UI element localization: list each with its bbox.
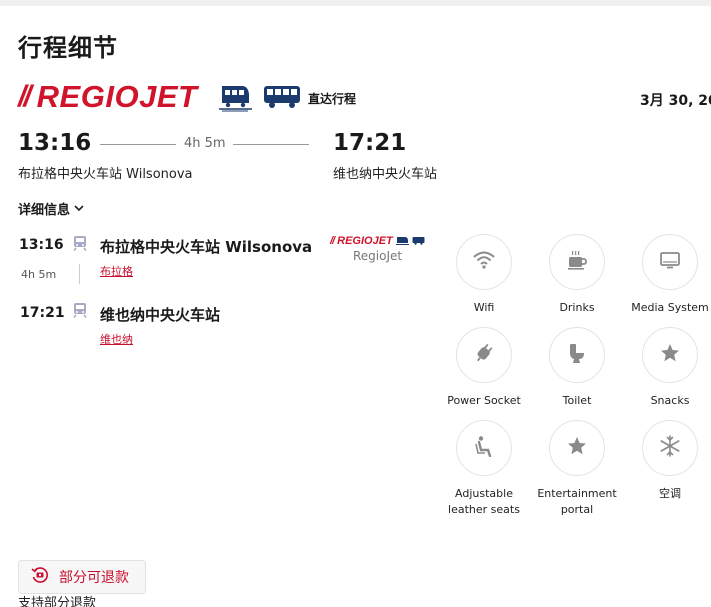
amenity-entertainment-portal: Entertainment portal	[527, 420, 627, 518]
power-socket-icon	[473, 342, 495, 369]
train-icon	[395, 232, 409, 250]
amenity-wifi: Wifi	[434, 234, 534, 316]
stop-city-link[interactable]: 维也纳	[100, 331, 133, 347]
stop-name: 布拉格中央火车站 Wilsonova	[100, 238, 313, 256]
details-toggle[interactable]: 详细信息	[18, 199, 84, 218]
departure-station: 布拉格中央火车站 Wilsonova	[18, 167, 193, 182]
snacks-icon	[659, 342, 681, 369]
carrier-name: RegioJet	[353, 249, 403, 263]
amenity-power-socket: Power Socket	[434, 327, 534, 409]
arrival-station: 维也纳中央火车站	[333, 167, 438, 182]
page-title: 行程细节	[18, 34, 118, 62]
amenity-icon-circle	[456, 420, 512, 476]
amenity-icon-circle	[456, 327, 512, 383]
departure-time: 13:16	[18, 130, 92, 156]
amenity-icon-circle	[642, 327, 698, 383]
transport-icons	[218, 82, 302, 117]
amenity-icon-circle	[642, 420, 698, 476]
stop-time: 17:21	[20, 305, 65, 321]
toilet-icon	[567, 342, 587, 369]
amenity-icon-circle	[549, 234, 605, 290]
bus-icon	[412, 232, 425, 250]
snowflake-icon	[659, 434, 681, 462]
top-strip	[0, 0, 711, 6]
train-icon	[72, 302, 88, 318]
amenity-drinks: Drinks	[527, 234, 627, 316]
amenity-label: Power Socket	[447, 394, 521, 407]
amenity-label: Snacks	[650, 394, 690, 407]
wifi-icon	[472, 250, 496, 275]
amenity-label: Entertainment portal	[537, 487, 617, 516]
duration-line-right	[233, 144, 309, 145]
segment-connector	[79, 264, 80, 284]
seat-icon	[473, 435, 495, 462]
stop-name: 维也纳中央火车站	[100, 306, 221, 324]
amenity-air-conditioning: 空调	[620, 420, 711, 502]
train-icon	[218, 82, 252, 117]
trip-date: 3月 30, 20	[640, 93, 711, 109]
amenity-label: Media System	[631, 301, 709, 314]
amenity-media-system: Media System	[620, 234, 711, 316]
amenity-label: 空调	[659, 487, 681, 500]
drinks-icon	[566, 249, 588, 276]
refund-icon	[31, 566, 49, 589]
carrier-logo: // REGIOJET	[18, 79, 198, 114]
amenity-label: Wifi	[473, 301, 495, 314]
duration-line-left	[100, 144, 176, 145]
train-icon	[72, 235, 88, 251]
amenity-label: Toilet	[562, 394, 592, 407]
segment-duration: 4h 5m	[21, 268, 57, 281]
amenity-toilet: Toilet	[527, 327, 627, 409]
trip-duration: 4h 5m	[184, 136, 226, 151]
chevron-down-icon	[74, 201, 84, 216]
stop-city-link[interactable]: 布拉格	[100, 263, 133, 279]
partial-refund-label: 部分可退款	[59, 570, 129, 586]
amenity-snacks: Snacks	[620, 327, 711, 409]
amenity-adjustable-seats: Adjustable leather seats	[434, 420, 534, 518]
amenity-label: Adjustable leather seats	[448, 487, 520, 516]
bus-icon	[262, 84, 302, 115]
media-system-icon	[659, 251, 681, 274]
trip-type: 直达行程	[308, 92, 357, 106]
amenity-label: Drinks	[559, 301, 595, 314]
amenity-icon-circle	[549, 327, 605, 383]
mini-logo-wordmark: REGIOJET	[337, 235, 393, 247]
stop-time: 13:16	[19, 237, 64, 253]
refund-note: 支持部分退款	[18, 596, 97, 607]
partial-refund-button[interactable]: 部分可退款	[18, 560, 146, 594]
details-toggle-label: 详细信息	[18, 203, 71, 218]
amenity-icon-circle	[549, 420, 605, 476]
logo-slashes: //	[18, 80, 32, 113]
amenity-icon-circle	[642, 234, 698, 290]
entertainment-icon	[566, 435, 588, 462]
amenity-icon-circle	[456, 234, 512, 290]
carrier-mini-logo: // REGIOJET	[330, 232, 425, 250]
logo-wordmark: REGIOJET	[36, 79, 198, 114]
arrival-time: 17:21	[333, 130, 407, 156]
mini-logo-slashes: //	[330, 235, 335, 247]
